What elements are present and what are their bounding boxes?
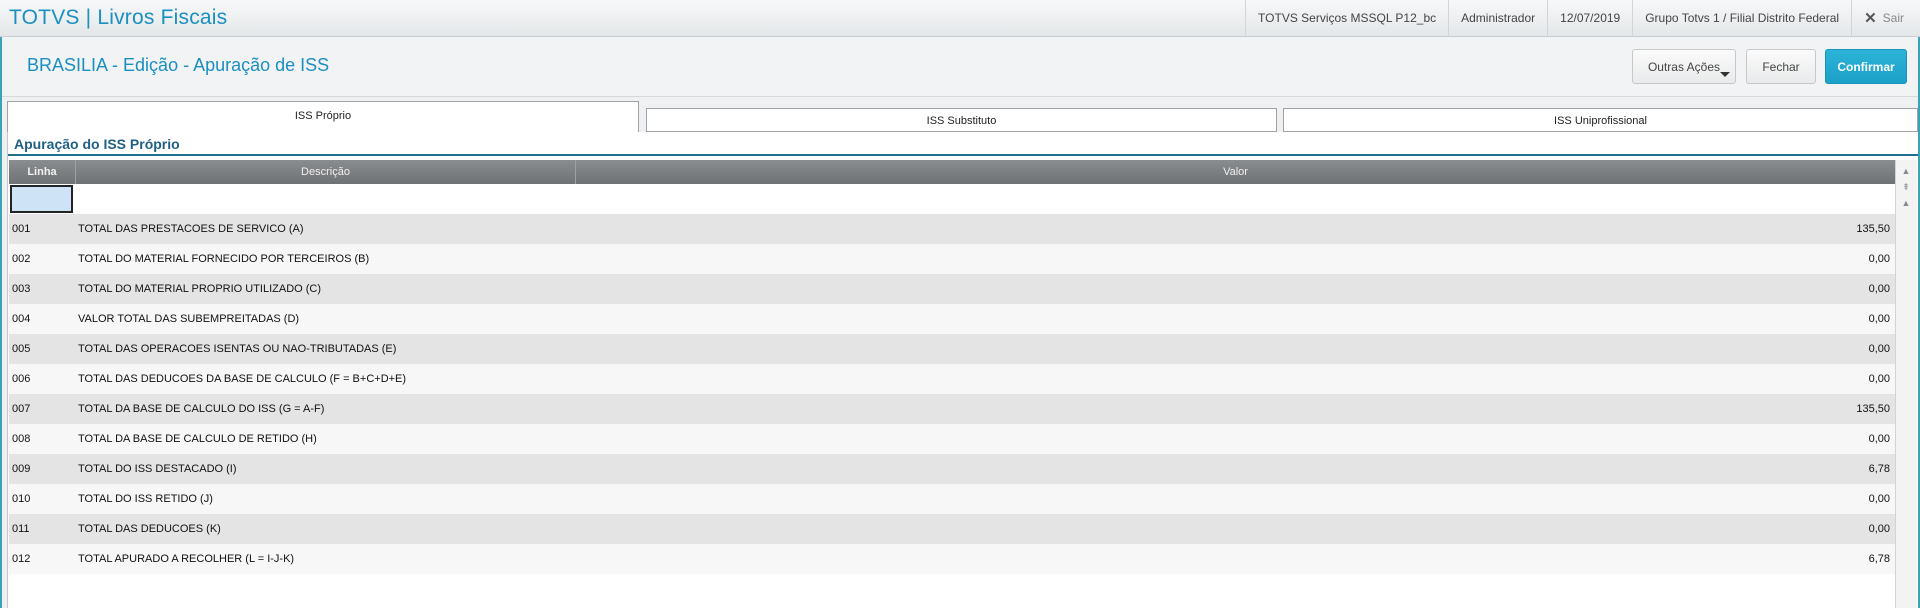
valor-cell: 0,00 [1868, 493, 1890, 505]
table-row[interactable]: 011 TOTAL DAS DEDUCOES (K) 0,00 [9, 514, 1895, 544]
linha-cell: 009 [12, 463, 31, 475]
page-header: BRASILIA - Edição - Apuração de ISS Outr… [2, 37, 1918, 97]
app-title: TOTVS | Livros Fiscais [9, 6, 228, 29]
close-icon: ✕ [1864, 10, 1877, 27]
linha-cell: 006 [12, 373, 31, 385]
exit-label: Sair [1882, 11, 1904, 25]
scroll-page-up-icon[interactable]: ⇞ [1900, 180, 1912, 194]
descricao-cell: TOTAL DAS DEDUCOES DA BASE DE CALCULO (F… [78, 373, 407, 385]
linha-cell: 002 [12, 253, 31, 265]
tab-panel: Apuração do ISS Próprio Linha Descrição … [7, 132, 1918, 608]
valor-cell: 135,50 [1856, 223, 1890, 235]
tab-iss-substituto[interactable]: ISS Substituto [646, 108, 1277, 132]
close-label: Fechar [1762, 59, 1800, 74]
table-row[interactable]: 004 VALOR TOTAL DAS SUBEMPREITADAS (D) 0,0… [9, 304, 1895, 334]
valor-cell: 0,00 [1868, 433, 1890, 445]
column-header-valor[interactable]: Valor [576, 160, 1895, 184]
table-row[interactable]: 003 TOTAL DO MATERIAL PROPRIO UTILIZADO (… [9, 274, 1895, 304]
table-row[interactable]: 007 TOTAL DA BASE DE CALCULO DO ISS (G = … [9, 394, 1895, 424]
descricao-cell: TOTAL DAS PRESTACOES DE SERVICO (A) [78, 223, 304, 235]
descricao-cell: TOTAL DA BASE DE CALCULO DO ISS (G = A-F… [78, 403, 325, 415]
caret-down-icon [1720, 72, 1730, 77]
other-actions-label: Outras Ações [1647, 59, 1721, 74]
linha-cell: 001 [12, 223, 31, 235]
table-row[interactable]: 010 TOTAL DO ISS RETIDO (J) 0,00 [9, 484, 1895, 514]
descricao-cell: TOTAL DO ISS DESTACADO (I) [78, 463, 237, 475]
valor-cell: 0,00 [1868, 523, 1890, 535]
table-row[interactable]: 001 TOTAL DAS PRESTACOES DE SERVICO (A) 13… [9, 214, 1895, 244]
descricao-cell: TOTAL APURADO A RECOLHER (L = I-J-K) [78, 553, 295, 565]
user-label[interactable]: Administrador [1448, 0, 1547, 37]
table-row[interactable]: 008 TOTAL DA BASE DE CALCULO DE RETIDO (H… [9, 424, 1895, 454]
valor-cell: 0,00 [1868, 373, 1890, 385]
linha-cell: 008 [12, 433, 31, 445]
linha-cell: 007 [12, 403, 31, 415]
valor-cell: 6,78 [1868, 553, 1890, 565]
table-row[interactable]: 012 TOTAL APURADO A RECOLHER (L = I-J-K) 6… [9, 544, 1895, 574]
descricao-cell: TOTAL DA BASE DE CALCULO DE RETIDO (H) [78, 433, 317, 445]
table-row[interactable]: 002 TOTAL DO MATERIAL FORNECIDO POR TERCE… [9, 244, 1895, 274]
column-header-descricao[interactable]: Descrição [76, 160, 576, 184]
company-label[interactable]: Grupo Totvs 1 / Filial Distrito Federal [1632, 0, 1851, 37]
descricao-cell: TOTAL DO MATERIAL PROPRIO UTILIZADO (C) [78, 283, 322, 295]
valor-cell: 0,00 [1868, 313, 1890, 325]
linha-cell: 005 [12, 343, 31, 355]
vertical-scrollbar[interactable]: ▲ ⇞ ▲ [1895, 160, 1917, 608]
linha-cell: 012 [12, 553, 31, 565]
grid-header: Linha Descrição Valor [9, 160, 1895, 184]
valor-cell: 0,00 [1868, 343, 1890, 355]
close-button[interactable]: Fechar [1746, 49, 1816, 84]
valor-cell: 0,00 [1868, 283, 1890, 295]
section-divider [8, 154, 1918, 156]
descricao-cell: TOTAL DO ISS RETIDO (J) [78, 493, 213, 505]
table-row[interactable]: 005 TOTAL DAS OPERACOES ISENTAS OU NAO-TR… [9, 334, 1895, 364]
table-row[interactable]: 006 TOTAL DAS DEDUCOES DA BASE DE CALCULO… [9, 364, 1895, 394]
tab-bar: ISS Próprio ISS Substituto ISS Uniprofis… [7, 101, 1918, 133]
tab-iss-uniprofissional[interactable]: ISS Uniprofissional [1283, 108, 1918, 132]
top-bar: TOTVS | Livros Fiscais TOTVS Serviços MS… [0, 0, 1920, 37]
descricao-cell: TOTAL DAS DEDUCOES (K) [78, 523, 221, 535]
linha-cell: 011 [12, 523, 30, 535]
column-header-linha[interactable]: Linha [9, 160, 76, 184]
selected-cell[interactable] [10, 185, 73, 213]
grid-body: 001 TOTAL DAS PRESTACOES DE SERVICO (A) 13… [9, 184, 1895, 574]
descricao-cell: VALOR TOTAL DAS SUBEMPREITADAS (D) [78, 313, 300, 325]
linha-cell: 003 [12, 283, 31, 295]
exit-button[interactable]: ✕ Sair [1851, 0, 1920, 37]
tab-iss-proprio[interactable]: ISS Próprio [7, 101, 639, 133]
valor-cell: 0,00 [1868, 253, 1890, 265]
table-row[interactable]: 009 TOTAL DO ISS DESTACADO (I) 6,78 [9, 454, 1895, 484]
scroll-up-icon[interactable]: ▲ [1900, 196, 1912, 210]
valor-cell: 6,78 [1868, 463, 1890, 475]
linha-cell: 004 [12, 313, 31, 325]
section-title: Apuração do ISS Próprio [14, 136, 180, 152]
table-row-empty[interactable] [9, 184, 1895, 214]
descricao-cell: TOTAL DO MATERIAL FORNECIDO POR TERCEIRO… [78, 253, 370, 265]
descricao-cell: TOTAL DAS OPERACOES ISENTAS OU NAO-TRIBU… [78, 343, 397, 355]
page-title: BRASILIA - Edição - Apuração de ISS [27, 55, 330, 75]
session-info: TOTVS Serviços MSSQL P12_bc Administrado… [1245, 0, 1920, 37]
confirm-button[interactable]: Confirmar [1825, 49, 1907, 84]
valor-cell: 135,50 [1856, 403, 1890, 415]
environment-label[interactable]: TOTVS Serviços MSSQL P12_bc [1245, 0, 1448, 37]
confirm-label: Confirmar [1837, 59, 1895, 74]
other-actions-button[interactable]: Outras Ações [1632, 49, 1736, 84]
scroll-top-icon[interactable]: ▲ [1900, 164, 1912, 178]
linha-cell: 010 [12, 493, 31, 505]
date-label[interactable]: 12/07/2019 [1547, 0, 1632, 37]
